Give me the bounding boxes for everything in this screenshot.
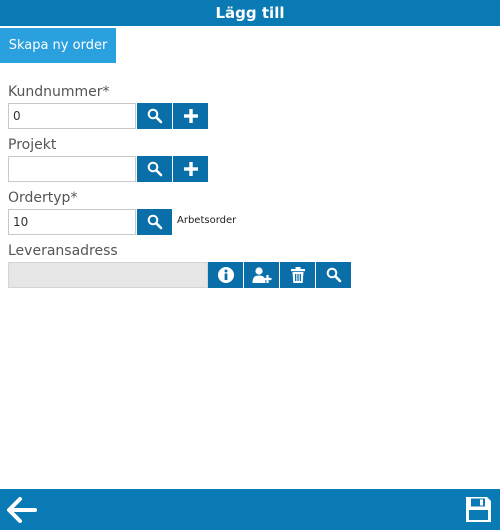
search-icon xyxy=(326,267,341,283)
project-label: Projekt xyxy=(8,137,57,153)
footer-bar xyxy=(0,489,500,530)
arrow-left-icon xyxy=(7,497,37,523)
address-info-button[interactable] xyxy=(208,262,243,288)
page-header: Lägg till xyxy=(0,0,500,26)
plus-icon xyxy=(183,162,198,176)
search-icon xyxy=(147,108,162,124)
add-person-icon xyxy=(252,267,271,283)
project-input[interactable] xyxy=(8,156,136,182)
delivery-address-input[interactable] xyxy=(8,262,208,288)
project-add-button[interactable] xyxy=(173,156,208,182)
plus-icon xyxy=(183,109,198,123)
customer-number-label: Kundnummer* xyxy=(8,84,110,100)
customer-search-button[interactable] xyxy=(137,103,172,129)
floppy-disk-icon xyxy=(465,496,491,522)
address-add-contact-button[interactable] xyxy=(244,262,279,288)
delivery-address-label: Leveransadress xyxy=(8,243,118,259)
customer-number-input[interactable] xyxy=(8,103,136,129)
page-title: Lägg till xyxy=(215,4,285,22)
address-delete-button[interactable] xyxy=(280,262,315,288)
search-icon xyxy=(147,161,162,177)
search-icon xyxy=(147,214,162,230)
order-type-search-button[interactable] xyxy=(137,209,172,235)
back-button[interactable] xyxy=(6,495,38,525)
customer-add-button[interactable] xyxy=(173,103,208,129)
order-type-input[interactable] xyxy=(8,209,136,235)
order-type-description: Arbetsorder xyxy=(177,215,237,226)
order-type-label: Ordertyp* xyxy=(8,190,78,206)
project-search-button[interactable] xyxy=(137,156,172,182)
create-order-button[interactable]: Skapa ny order xyxy=(0,28,116,63)
save-button[interactable] xyxy=(464,494,492,524)
address-search-button[interactable] xyxy=(316,262,351,288)
trash-icon xyxy=(290,267,305,283)
info-icon xyxy=(217,267,234,283)
